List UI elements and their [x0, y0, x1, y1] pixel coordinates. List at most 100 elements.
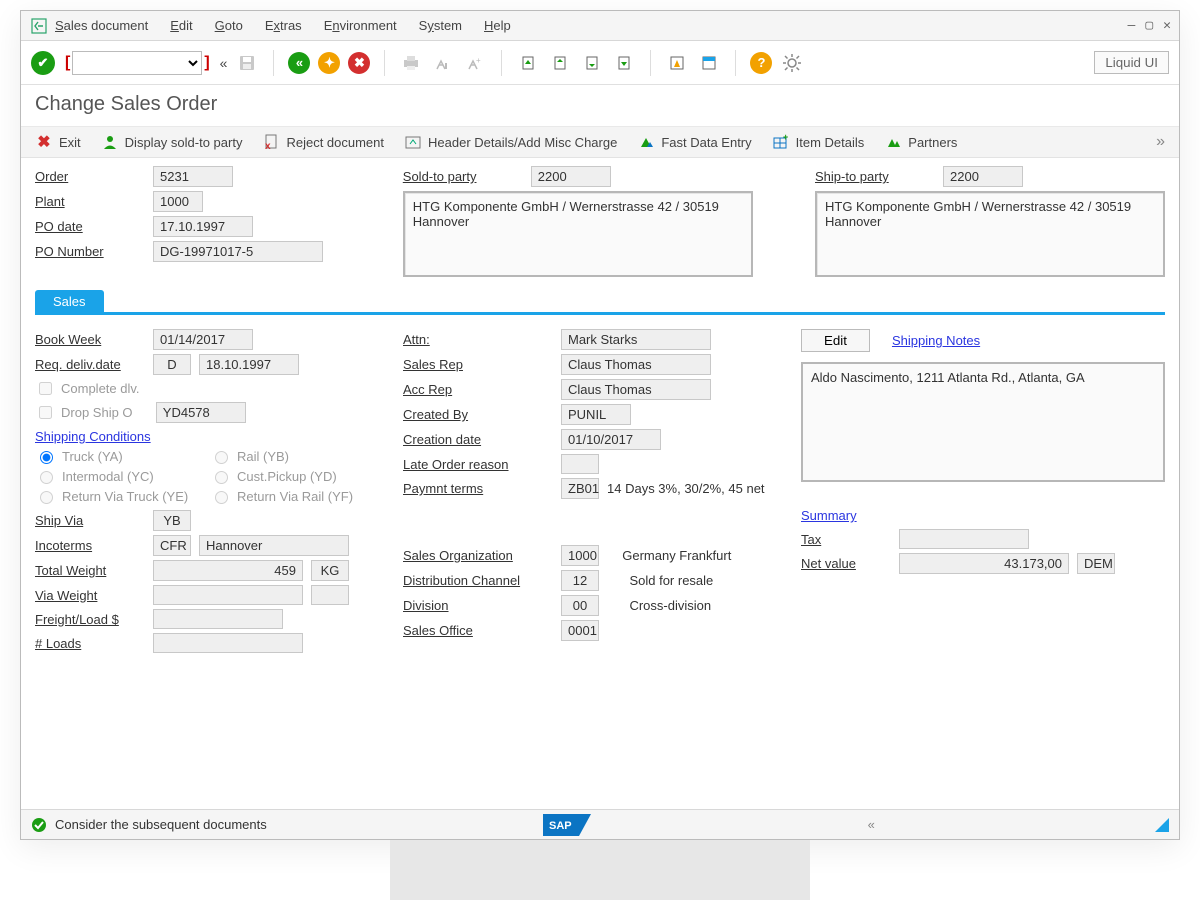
distchannel-field[interactable]: 12: [561, 570, 599, 591]
reqdate-code-field[interactable]: D: [153, 354, 191, 375]
attn-field[interactable]: Mark Starks: [561, 329, 711, 350]
header-details-action[interactable]: Header Details/Add Misc Charge: [404, 133, 617, 151]
last-page-icon[interactable]: [612, 51, 636, 75]
complete-dlv-checkbox[interactable]: Complete dlv.: [35, 379, 375, 398]
shipto-address[interactable]: HTG Komponente GmbH / Wernerstrasse 42 /…: [815, 191, 1165, 277]
paymentterms-code[interactable]: ZB01: [561, 478, 599, 499]
ponum-label: PO Number: [35, 244, 145, 259]
salesrep-field[interactable]: Claus Thomas: [561, 354, 711, 375]
menu-edit[interactable]: Edit: [170, 18, 192, 33]
radio-return-rail[interactable]: Return Via Rail (YF): [210, 488, 375, 504]
exit-action[interactable]: ✖ Exit: [35, 133, 81, 151]
incoterms-code[interactable]: CFR: [153, 535, 191, 556]
netvalue-currency[interactable]: DEM: [1077, 553, 1115, 574]
new-session-icon[interactable]: [665, 51, 689, 75]
menu-help[interactable]: Help: [484, 18, 511, 33]
reject-action[interactable]: x Reject document: [262, 133, 384, 151]
fast-entry-action[interactable]: Fast Data Entry: [637, 133, 751, 151]
division-field[interactable]: 00: [561, 595, 599, 616]
shipto-label: Ship-to party: [815, 169, 935, 184]
tax-field[interactable]: [899, 529, 1029, 549]
createdby-field[interactable]: PUNIL: [561, 404, 631, 425]
radio-rail[interactable]: Rail (YB): [210, 448, 375, 464]
salesorg-field[interactable]: 1000: [561, 545, 599, 566]
command-select[interactable]: [72, 51, 202, 75]
accrep-label: Acc Rep: [403, 382, 553, 397]
lateorder-field[interactable]: [561, 454, 599, 474]
reqdate-label: Req. deliv.date: [35, 357, 145, 372]
reqdate-field[interactable]: 18.10.1997: [199, 354, 299, 375]
prev-page-icon[interactable]: [548, 51, 572, 75]
monitor-stand: [390, 840, 810, 900]
menu-extras[interactable]: Extras: [265, 18, 302, 33]
partners-action[interactable]: Partners: [884, 133, 957, 151]
enter-button[interactable]: ✔: [31, 51, 55, 75]
shipvia-field[interactable]: YB: [153, 510, 191, 531]
shipto-field[interactable]: 2200: [943, 166, 1023, 187]
svg-text:+: +: [476, 56, 481, 65]
print-icon[interactable]: [399, 51, 423, 75]
freight-field[interactable]: [153, 609, 283, 629]
menu-more-icon[interactable]: [29, 16, 49, 36]
save-icon[interactable]: [235, 51, 259, 75]
loads-field[interactable]: [153, 633, 303, 653]
netvalue-label: Net value: [801, 556, 891, 571]
first-page-icon[interactable]: [516, 51, 540, 75]
radio-custpickup[interactable]: Cust.Pickup (YD): [210, 468, 375, 484]
accrep-field[interactable]: Claus Thomas: [561, 379, 711, 400]
dropship-field[interactable]: YD4578: [156, 402, 246, 423]
viaweight-unit[interactable]: [311, 585, 349, 605]
incoterms-text[interactable]: Hannover: [199, 535, 349, 556]
bookweek-field[interactable]: 01/14/2017: [153, 329, 253, 350]
shortcut-icon[interactable]: [697, 51, 721, 75]
menu-sales-document[interactable]: Sales document: [55, 18, 148, 33]
menu-environment[interactable]: Environment: [324, 18, 397, 33]
ponum-field[interactable]: DG-19971017-5: [153, 241, 323, 262]
tab-sales[interactable]: Sales: [35, 290, 104, 313]
viaweight-field[interactable]: [153, 585, 303, 605]
window-close-icon[interactable]: ✕: [1163, 18, 1171, 33]
history-back-icon[interactable]: «: [220, 55, 228, 71]
menu-system[interactable]: System: [419, 18, 462, 33]
back-button[interactable]: «: [288, 52, 310, 74]
bracket-right-icon: ]: [202, 54, 211, 72]
shipping-notes-link[interactable]: Shipping Notes: [892, 333, 980, 348]
window-maximize-icon[interactable]: ▢: [1145, 18, 1153, 33]
more-actions-icon[interactable]: »: [1156, 133, 1165, 151]
podate-field[interactable]: 17.10.1997: [153, 216, 253, 237]
plant-label: Plant: [35, 194, 145, 209]
radio-truck[interactable]: Truck (YA): [35, 448, 200, 464]
plant-field[interactable]: 1000: [153, 191, 203, 212]
grid-plus-icon: +: [772, 133, 790, 151]
shipping-notes-box[interactable]: Aldo Nascimento, 1211 Atlanta Rd., Atlan…: [801, 362, 1165, 482]
display-soldto-action[interactable]: Display sold-to party: [101, 133, 243, 151]
help-icon[interactable]: ?: [750, 52, 772, 74]
dropship-checkbox[interactable]: Drop Ship O: [35, 403, 133, 422]
next-page-icon[interactable]: [580, 51, 604, 75]
radio-intermodal[interactable]: Intermodal (YC): [35, 468, 200, 484]
settings-icon[interactable]: [780, 51, 804, 75]
find-next-icon[interactable]: +: [463, 51, 487, 75]
salesoffice-label: Sales Office: [403, 623, 553, 638]
status-collapse-icon[interactable]: «: [868, 817, 875, 832]
soldto-address[interactable]: HTG Komponente GmbH / Wernerstrasse 42 /…: [403, 191, 753, 277]
cancel-button[interactable]: ✖: [348, 52, 370, 74]
resize-grip-icon[interactable]: [1155, 818, 1169, 832]
netvalue-field[interactable]: 43.173,00: [899, 553, 1069, 574]
liquid-ui-button[interactable]: Liquid UI: [1094, 51, 1169, 74]
item-details-action[interactable]: + Item Details: [772, 133, 865, 151]
soldto-field[interactable]: 2200: [531, 166, 611, 187]
window-minimize-icon[interactable]: —: [1128, 18, 1136, 33]
radio-return-truck[interactable]: Return Via Truck (YE): [35, 488, 200, 504]
exit-button[interactable]: ✦: [318, 52, 340, 74]
menu-goto[interactable]: Goto: [215, 18, 243, 33]
command-field[interactable]: [ ]: [63, 51, 212, 75]
order-field[interactable]: 5231: [153, 166, 233, 187]
creationdate-field[interactable]: 01/10/2017: [561, 429, 661, 450]
find-icon[interactable]: [431, 51, 455, 75]
edit-button[interactable]: Edit: [801, 329, 870, 352]
salesoffice-field[interactable]: 0001: [561, 620, 599, 641]
totalweight-field[interactable]: 459: [153, 560, 303, 581]
totalweight-unit[interactable]: KG: [311, 560, 349, 581]
x-red-icon: ✖: [35, 133, 53, 151]
